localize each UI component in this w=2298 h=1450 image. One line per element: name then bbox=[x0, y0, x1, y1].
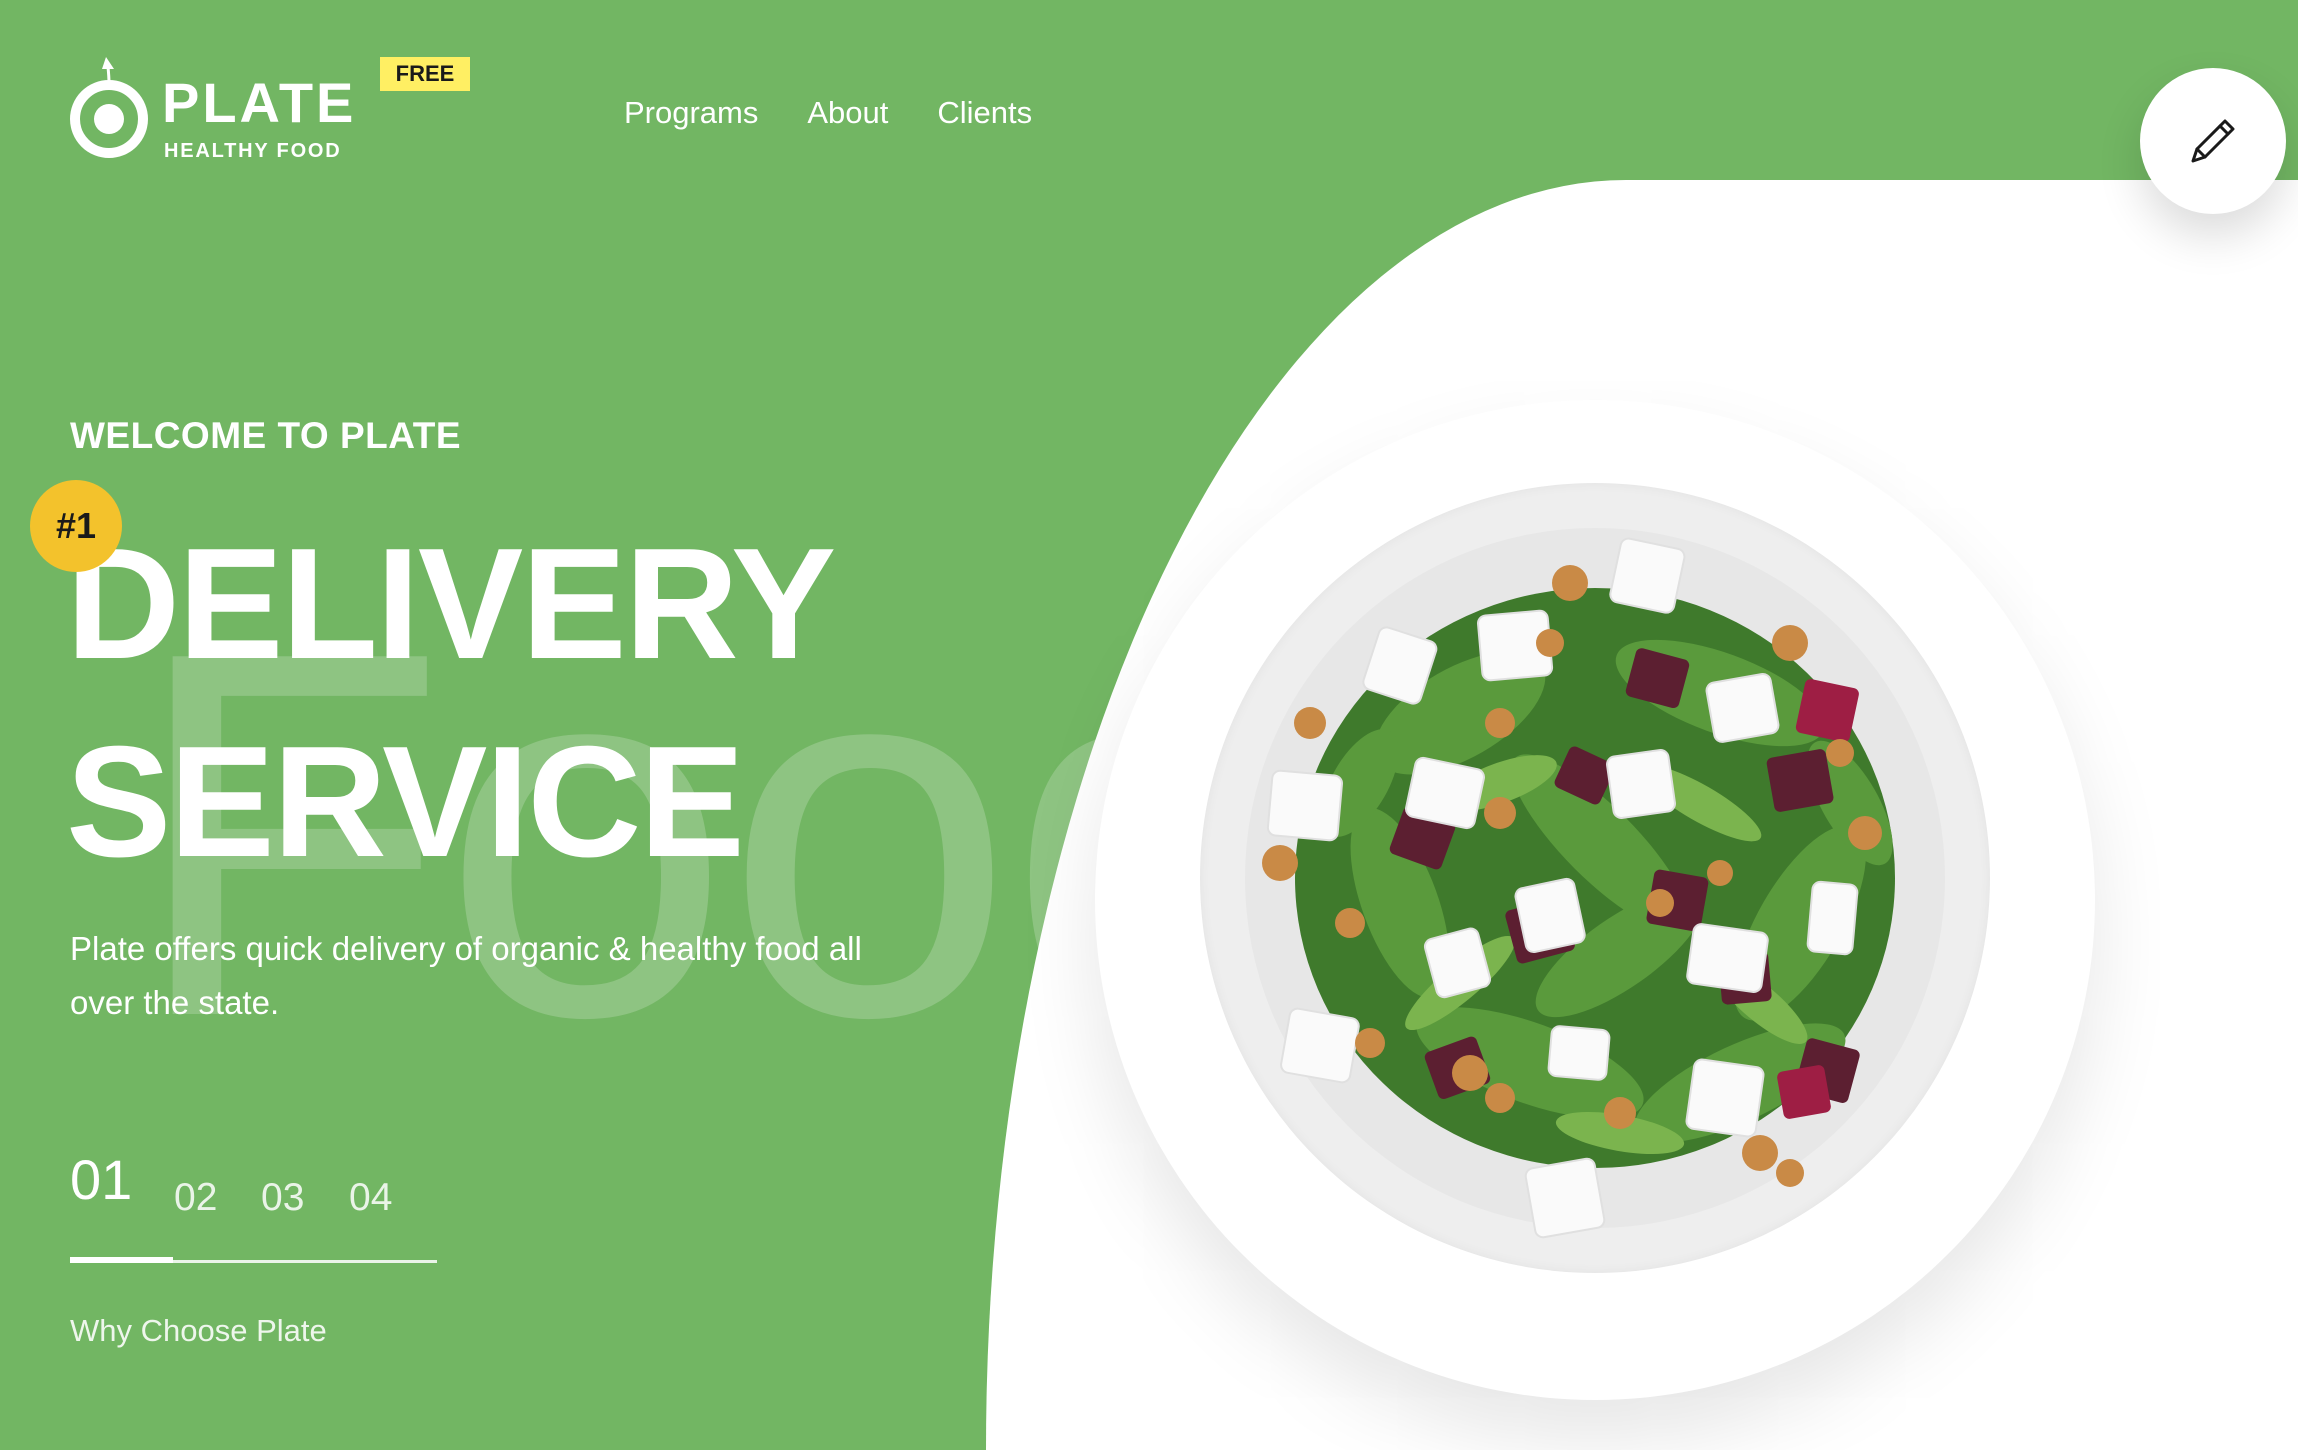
slide-number-03[interactable]: 03 bbox=[261, 1176, 304, 1220]
rank-badge: #1 bbox=[30, 480, 122, 572]
slide-number-02[interactable]: 02 bbox=[174, 1176, 217, 1220]
slide-progress-track bbox=[70, 1257, 437, 1263]
slide-progress-fill bbox=[70, 1257, 173, 1263]
salad-image bbox=[1262, 537, 1895, 1239]
edit-button[interactable] bbox=[2140, 68, 2286, 214]
nav-link-clients[interactable]: Clients bbox=[937, 95, 1032, 131]
hero-description: Plate offers quick delivery of organic &… bbox=[70, 930, 862, 1021]
logo-tagline: HEALTHY FOOD bbox=[164, 140, 342, 162]
logo-name: PLATE bbox=[162, 71, 357, 134]
headline-line-2: SERVICE bbox=[66, 714, 745, 890]
slide-number-04[interactable]: 04 bbox=[349, 1176, 392, 1220]
main-nav: Programs About Clients bbox=[624, 95, 1032, 131]
apple-ring-icon bbox=[70, 57, 148, 158]
logo[interactable]: PLATE HEALTHY FOOD bbox=[68, 55, 368, 170]
slide-number-01[interactable]: 01 bbox=[70, 1147, 132, 1212]
nav-link-programs[interactable]: Programs bbox=[624, 95, 758, 131]
headline-line-1: DELIVERY bbox=[66, 516, 836, 692]
hero-eyebrow: WELCOME TO PLATE bbox=[70, 415, 462, 456]
nav-link-about[interactable]: About bbox=[807, 95, 888, 131]
why-choose-link[interactable]: Why Choose Plate bbox=[70, 1313, 327, 1349]
pencil-icon bbox=[2191, 119, 2235, 163]
free-badge: FREE bbox=[380, 57, 470, 91]
hero-headline: DELIVERY SERVICE bbox=[66, 505, 836, 901]
